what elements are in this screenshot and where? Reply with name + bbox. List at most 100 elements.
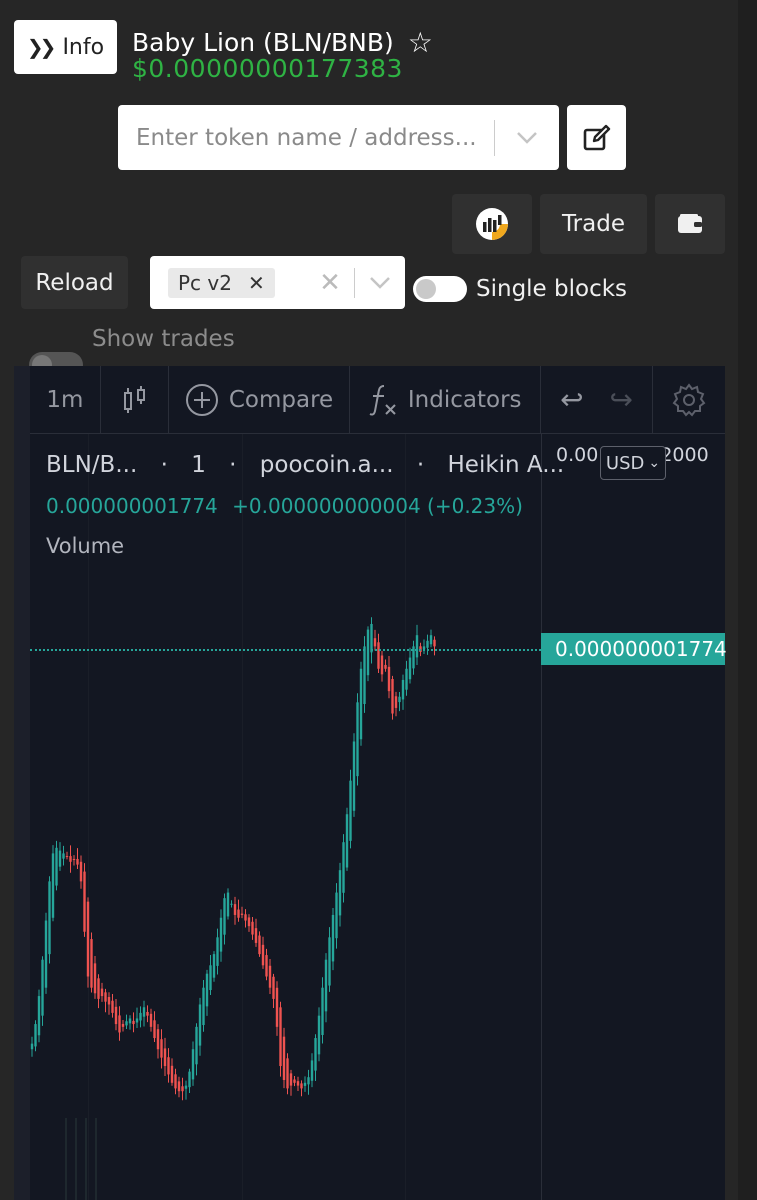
legend-symbol: BLN/B... — [46, 452, 138, 478]
candle-body — [44, 920, 48, 988]
double-chevron-right-icon: ❯❯ — [26, 35, 56, 59]
clear-icon[interactable]: ✕ — [306, 268, 354, 298]
compare-button[interactable]: Compare — [169, 365, 350, 434]
indicators-label: Indicators — [407, 386, 522, 413]
candle-body — [261, 944, 265, 966]
candle-body — [139, 1012, 142, 1021]
candle-body — [114, 1006, 118, 1025]
price-axis-divider — [541, 434, 542, 1200]
candle-body — [240, 913, 244, 915]
candle-body — [345, 814, 349, 868]
plus-circle-icon — [185, 383, 218, 416]
candle-body — [254, 928, 258, 943]
redo-icon[interactable]: ↪ — [610, 383, 633, 416]
candle-body — [247, 917, 251, 927]
candle-body — [219, 917, 223, 952]
chart-left-band — [14, 366, 30, 1200]
single-blocks-toggle[interactable] — [413, 276, 467, 302]
chevron-down-icon[interactable] — [355, 276, 405, 290]
info-button[interactable]: ❯❯ Info — [14, 20, 117, 74]
candle-body — [251, 921, 254, 935]
axis-label-left: 0.00 — [556, 444, 599, 466]
candle-body — [149, 1013, 153, 1027]
candle-body — [76, 858, 79, 865]
candle-body — [408, 657, 412, 680]
candle-body — [377, 642, 380, 669]
single-blocks-label: Single blocks — [476, 276, 628, 302]
candle-body — [286, 1058, 289, 1089]
candle-body — [191, 1049, 195, 1080]
candle-body — [237, 909, 240, 918]
candle-body — [97, 978, 100, 999]
candle-body — [72, 858, 76, 860]
candle-body — [398, 696, 401, 703]
token-title: Baby Lion (BLN/BNB) — [132, 28, 394, 57]
candle-body — [349, 780, 352, 841]
router-chip-label: Pc v2 — [178, 270, 232, 295]
candle-body — [342, 842, 345, 893]
candle-body — [135, 1018, 139, 1023]
reload-button[interactable]: Reload — [21, 256, 128, 309]
edit-button[interactable] — [567, 105, 626, 170]
candle-body — [289, 1073, 293, 1086]
candle-body — [314, 1038, 317, 1071]
chart-style-button[interactable] — [101, 365, 170, 434]
candle-body — [104, 992, 107, 1002]
candle-body — [58, 850, 62, 867]
candle-body — [300, 1083, 303, 1089]
candle-body — [401, 679, 405, 700]
candle-body — [258, 935, 261, 955]
chevron-down-icon: ⌄ — [648, 455, 661, 471]
candle-body — [202, 987, 205, 1026]
candle-body — [226, 892, 230, 917]
interval-button[interactable]: 1m — [30, 365, 101, 434]
candle-body — [426, 640, 429, 648]
candle-body — [107, 997, 111, 1005]
legend-style: Heikin A... — [447, 452, 565, 478]
candle-body — [216, 937, 219, 966]
edge-strip — [738, 0, 757, 1200]
router-select[interactable]: Pc v2 ✕ ✕ — [150, 256, 405, 309]
candle-body — [209, 965, 212, 991]
candle-body — [93, 963, 97, 994]
candle-body — [51, 853, 55, 918]
undo-icon[interactable]: ↩ — [560, 383, 583, 416]
legend-volume: Volume — [46, 534, 125, 558]
candle-body — [356, 702, 359, 777]
candle-body — [265, 955, 268, 977]
chart-toggle-button[interactable] — [452, 194, 532, 254]
candle-body — [65, 856, 69, 858]
search-input[interactable] — [118, 123, 494, 152]
candle-body — [359, 668, 363, 740]
candle-body — [62, 853, 65, 859]
router-chip: Pc v2 ✕ — [168, 267, 275, 298]
interval-label: 1m — [46, 386, 84, 413]
wallet-button[interactable] — [655, 194, 725, 254]
remove-chip-icon[interactable]: ✕ — [248, 271, 265, 295]
indicators-button[interactable]: Indicators — [350, 365, 541, 434]
settings-button[interactable] — [653, 366, 725, 434]
candle-body — [167, 1057, 170, 1075]
candle-body — [156, 1029, 160, 1050]
candle-body — [128, 1018, 132, 1024]
trade-button[interactable]: Trade — [540, 194, 647, 254]
candle-body — [282, 1036, 286, 1081]
last-price-line — [30, 649, 541, 651]
candle-body — [184, 1085, 188, 1089]
currency-button[interactable]: USD ⌄ — [600, 446, 666, 480]
edit-icon — [583, 124, 610, 150]
gear-icon — [672, 382, 706, 417]
candle-body — [142, 1007, 146, 1017]
undo-redo-group: ↩ ↪ — [541, 365, 654, 434]
axis-label-right: 2000 — [660, 444, 709, 466]
show-trades-label: Show trades — [92, 326, 235, 352]
star-icon[interactable]: ☆ — [408, 26, 433, 59]
candle-body — [125, 1021, 128, 1026]
chevron-down-icon[interactable] — [495, 131, 559, 145]
candle-body — [205, 973, 209, 1007]
chart-logo-icon — [476, 208, 508, 240]
chart-legend-values: 0.000000001774 +0.000000000004 (+0.23%) — [46, 494, 523, 518]
candle-body — [90, 939, 93, 988]
candle-body — [293, 1079, 296, 1083]
token-search[interactable] — [118, 105, 559, 170]
